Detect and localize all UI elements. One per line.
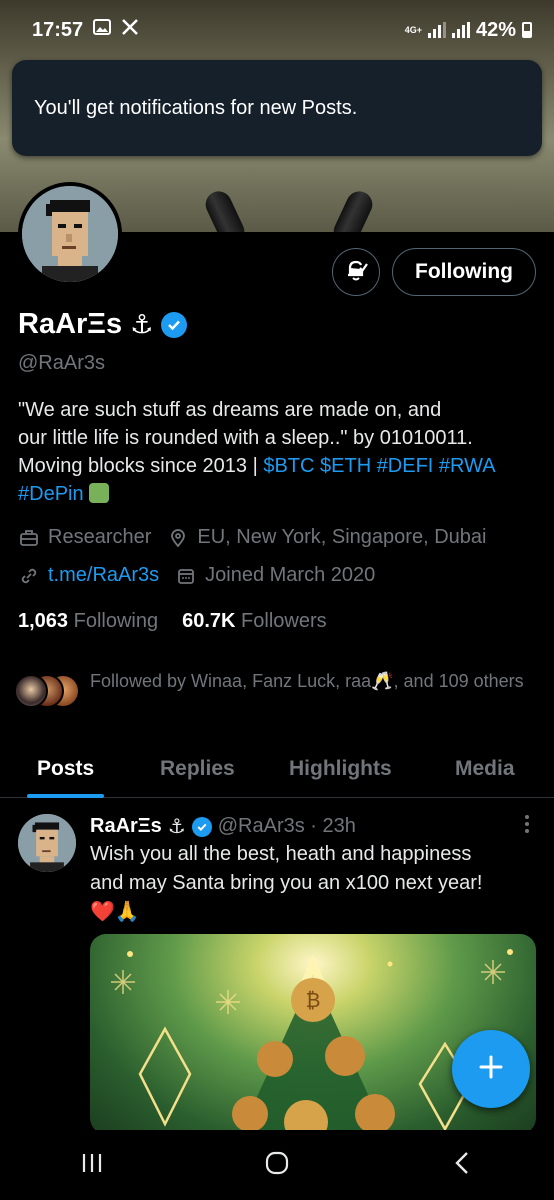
followed-by-row[interactable]: Followed by Winaa, Fanz Luck, raa🥂, and … [14, 668, 534, 708]
followers-count-link[interactable]: 60.7K Followers [182, 610, 327, 633]
following-count-link[interactable]: 1,063 Following [18, 610, 158, 633]
recents-icon [80, 1152, 104, 1179]
profile-bio: "We are such stuff as dreams are made on… [18, 396, 538, 508]
battery-percent: 42% [475, 18, 516, 41]
profile-joined: Joined March 2020 [205, 564, 376, 586]
svg-text:₿: ₿ [306, 988, 321, 1012]
system-navigation-bar [0, 1130, 554, 1200]
home-icon [264, 1150, 290, 1181]
profile-name: RaArΞs [18, 308, 123, 340]
anchor-emoji: ⚓ [167, 816, 186, 838]
tab-highlights[interactable]: Highlights [289, 740, 392, 798]
profile-avatar[interactable] [18, 182, 122, 286]
battery-icon [522, 22, 532, 38]
post-more-options-icon[interactable] [520, 814, 534, 834]
status-time: 17:57 [32, 18, 84, 41]
signal-icon [427, 22, 446, 38]
calendar-icon [175, 565, 197, 587]
bell-subscribed-icon [343, 257, 369, 288]
notification-toast[interactable]: You'll get notifications for new Posts. [12, 60, 542, 156]
banner-decoration [329, 187, 377, 232]
post-text-line: Wish you all the best, heath and happine… [90, 843, 472, 865]
recents-button[interactable] [62, 1140, 122, 1190]
x-notification-icon [121, 18, 139, 42]
profile-handle: @RaAr3s [18, 352, 105, 374]
followers-label: Followers [241, 610, 327, 632]
profile-location: EU, New York, Singapore, Dubai [197, 526, 487, 548]
puzzle-piece-emoji-icon [89, 483, 110, 503]
followers-count: 60.7K [182, 610, 236, 632]
following-label: Following [73, 610, 159, 632]
bio-line: Moving blocks since 2013 | [18, 455, 264, 477]
gallery-notification-icon [93, 18, 112, 42]
profile-profession: Researcher [48, 526, 152, 548]
christmas-tree-crypto-image: ₿ [111, 949, 513, 1134]
avatar [14, 674, 48, 708]
pixel-avatar-image [18, 814, 76, 872]
following-count: 1,063 [18, 610, 69, 632]
banner-decoration [201, 187, 249, 232]
plus-icon [477, 1053, 505, 1086]
status-bar: 17:57 4G+ 42% [0, 0, 554, 60]
home-button[interactable] [247, 1140, 307, 1190]
post-emojis: ❤️🙏 [90, 901, 140, 923]
network-type: 4G+ [404, 24, 422, 35]
bio-line: "We are such stuff as dreams are made on… [18, 399, 442, 421]
bio-hashtag-depin[interactable]: #DePin [18, 483, 84, 505]
profile-meta-row-2: t.me/RaAr3s Joined March 2020 [18, 564, 375, 587]
post-header: RaArΞs ⚓ @RaAr3s · 23h [90, 814, 356, 839]
post-text-line: and may Santa bring you an x100 next yea… [90, 872, 483, 894]
follow-counts: 1,063 Following 60.7K Followers [18, 610, 327, 633]
signal-icon [451, 22, 470, 38]
bio-line: our little life is rounded with a sleep.… [18, 427, 473, 449]
bio-hashtags[interactable]: $BTC $ETH #DEFI #RWA [263, 455, 495, 477]
tab-replies[interactable]: Replies [160, 740, 235, 798]
tab-posts[interactable]: Posts [26, 740, 105, 798]
post-author-name[interactable]: RaArΞs [90, 815, 162, 838]
back-button[interactable] [432, 1140, 492, 1190]
profile-name-row: RaArΞs ⚓ [18, 308, 188, 341]
link-icon [18, 565, 40, 587]
verified-badge-icon [191, 816, 212, 837]
post-image[interactable]: ₿ [90, 934, 536, 1134]
post-handle-time: @RaAr3s · 23h [217, 815, 356, 837]
profile-tabs: Posts Replies Highlights Media [0, 740, 554, 798]
tab-media[interactable]: Media [455, 740, 515, 798]
briefcase-icon [18, 527, 40, 549]
notifications-bell-button[interactable] [332, 248, 380, 296]
toast-message: You'll get notifications for new Posts. [34, 96, 358, 119]
pixel-avatar-image [22, 186, 118, 282]
anchor-emoji: ⚓ [130, 309, 154, 339]
compose-post-button[interactable] [452, 1030, 530, 1108]
location-pin-icon [167, 527, 189, 549]
verified-badge-icon[interactable] [161, 311, 188, 338]
following-button[interactable]: Following [392, 248, 536, 296]
profile-meta-row-1: Researcher EU, New York, Singapore, Duba… [18, 526, 486, 549]
followers-you-know-avatars [14, 674, 80, 708]
followed-by-text: Followed by Winaa, Fanz Luck, raa🥂, and … [90, 671, 524, 691]
profile-link[interactable]: t.me/RaAr3s [48, 564, 159, 587]
post-text: Wish you all the best, heath and happine… [90, 840, 530, 927]
post-avatar[interactable] [18, 814, 76, 872]
back-icon [454, 1151, 470, 1180]
